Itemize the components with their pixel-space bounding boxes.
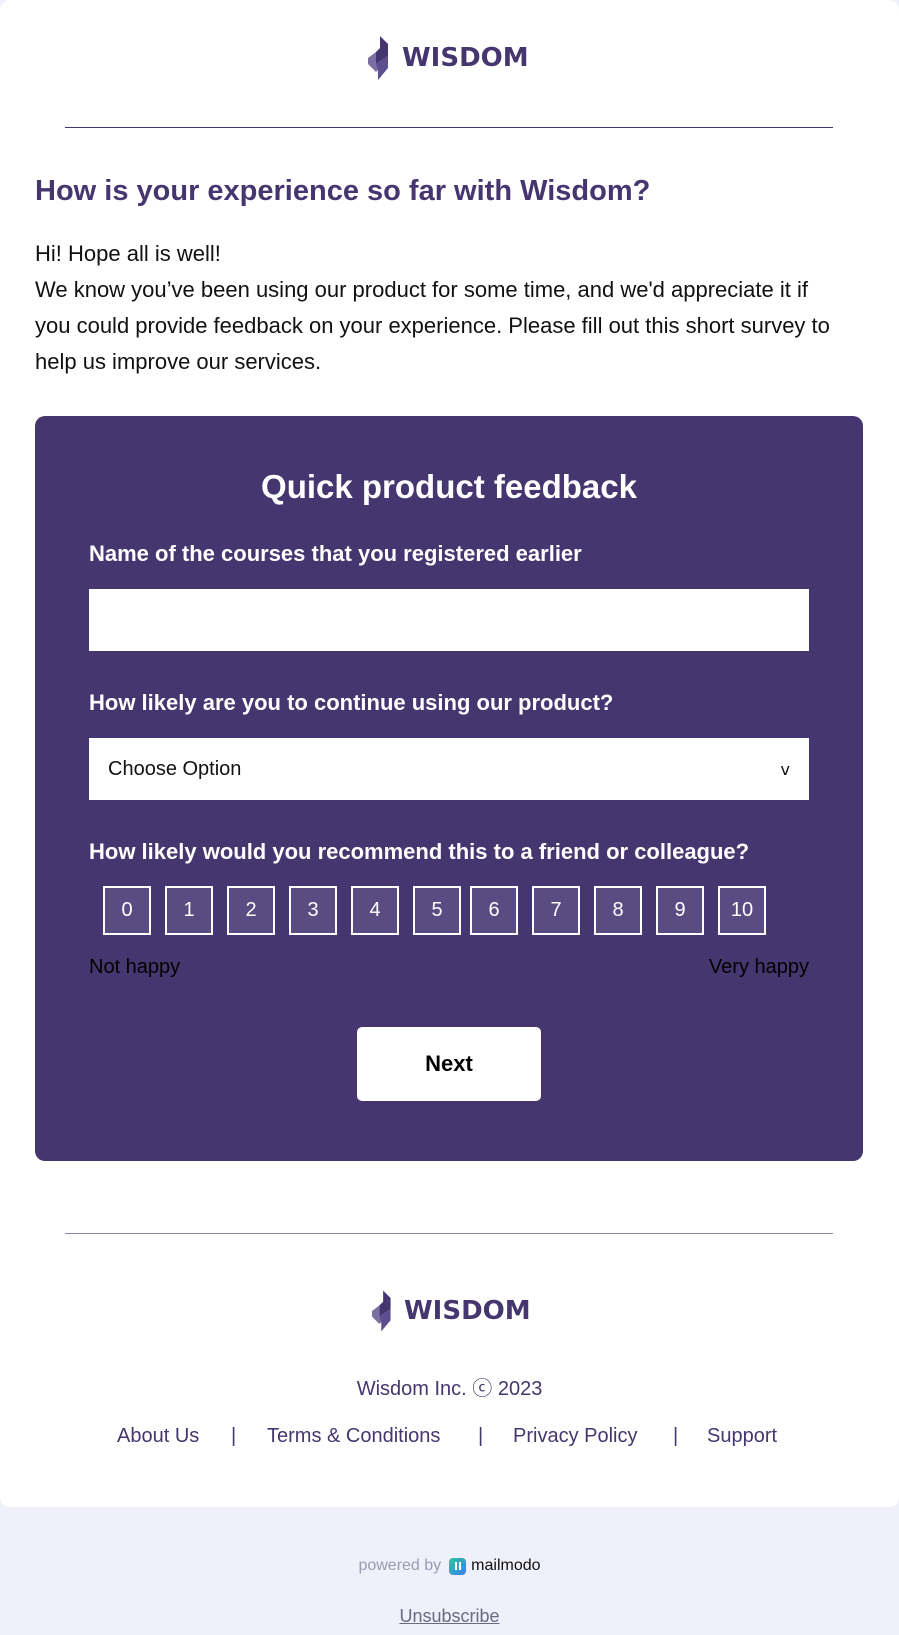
brand-logo: WISDOM xyxy=(368,36,529,80)
nps-scale: 0 1 2 3 4 5 6 7 8 9 10 xyxy=(103,886,795,939)
mailmodo-name: mailmodo xyxy=(471,1557,541,1574)
next-button[interactable]: Next xyxy=(357,1027,541,1101)
continue-select-value: Choose Option xyxy=(108,757,242,780)
nps-option-4[interactable]: 4 xyxy=(351,886,399,935)
nps-option-2[interactable]: 2 xyxy=(227,886,275,935)
nps-option-1[interactable]: 1 xyxy=(165,886,213,935)
courses-input[interactable] xyxy=(89,589,809,651)
terms-link[interactable]: Terms & Conditions xyxy=(267,1425,440,1447)
brand-name: WISDOM xyxy=(402,43,529,73)
footer-brand-name: WISDOM xyxy=(404,1296,531,1326)
nps-option-5[interactable]: 5 xyxy=(413,886,461,935)
greeting-text: Hi! Hope all is well! xyxy=(35,241,221,266)
body-text: We know you’ve been using our product fo… xyxy=(35,277,830,374)
nps-option-0[interactable]: 0 xyxy=(103,886,151,935)
form-title: Quick product feedback xyxy=(261,468,637,505)
copyright-text: Wisdom Inc. ⓒ 2023 xyxy=(356,1378,543,1400)
privacy-policy-link[interactable]: Privacy Policy xyxy=(513,1425,637,1447)
continue-select[interactable]: Choose Option v xyxy=(89,738,809,800)
footer-links: About Us | Terms & Conditions | Privacy … xyxy=(0,1425,899,1455)
wisdom-logo-icon xyxy=(372,1290,391,1332)
powered-by[interactable]: powered by mailmodo xyxy=(0,1557,899,1575)
footer-brand-logo: WISDOM xyxy=(372,1290,531,1332)
email-card: WISDOM How is your experience so far wit… xyxy=(0,0,899,1507)
unsubscribe-link[interactable]: Unsubscribe xyxy=(0,1606,899,1627)
footer-separator: | xyxy=(231,1425,237,1447)
continue-question-label: How likely are you to continue using our… xyxy=(89,690,614,715)
chevron-down-icon: v xyxy=(780,759,790,779)
footer-separator: | xyxy=(673,1425,679,1447)
nps-option-10[interactable]: 10 xyxy=(718,886,766,935)
email-intro: Hi! Hope all is well! We know you’ve bee… xyxy=(35,236,845,380)
nps-option-7[interactable]: 7 xyxy=(532,886,580,935)
recommend-question-label: How likely would you recommend this to a… xyxy=(89,839,750,864)
courses-question-label: Name of the courses that you registered … xyxy=(89,541,582,566)
mailmodo-logo: mailmodo xyxy=(449,1557,541,1575)
nps-low-label: Not happy xyxy=(89,956,181,978)
mailmodo-icon xyxy=(449,1557,467,1575)
header-divider xyxy=(65,127,833,128)
email-heading: How is your experience so far with Wisdo… xyxy=(35,175,651,207)
nps-high-label: Very happy xyxy=(708,956,809,978)
footer-separator: | xyxy=(478,1425,484,1447)
nps-option-8[interactable]: 8 xyxy=(594,886,642,935)
support-link[interactable]: Support xyxy=(707,1425,777,1447)
footer-divider xyxy=(65,1233,833,1234)
nps-option-9[interactable]: 9 xyxy=(656,886,704,935)
nps-option-3[interactable]: 3 xyxy=(289,886,337,935)
wisdom-logo-icon xyxy=(368,36,388,80)
powered-by-text: powered by xyxy=(358,1557,442,1574)
feedback-form: Quick product feedback Name of the cours… xyxy=(35,416,863,1161)
nps-option-6[interactable]: 6 xyxy=(470,886,518,935)
about-us-link[interactable]: About Us xyxy=(117,1425,199,1447)
